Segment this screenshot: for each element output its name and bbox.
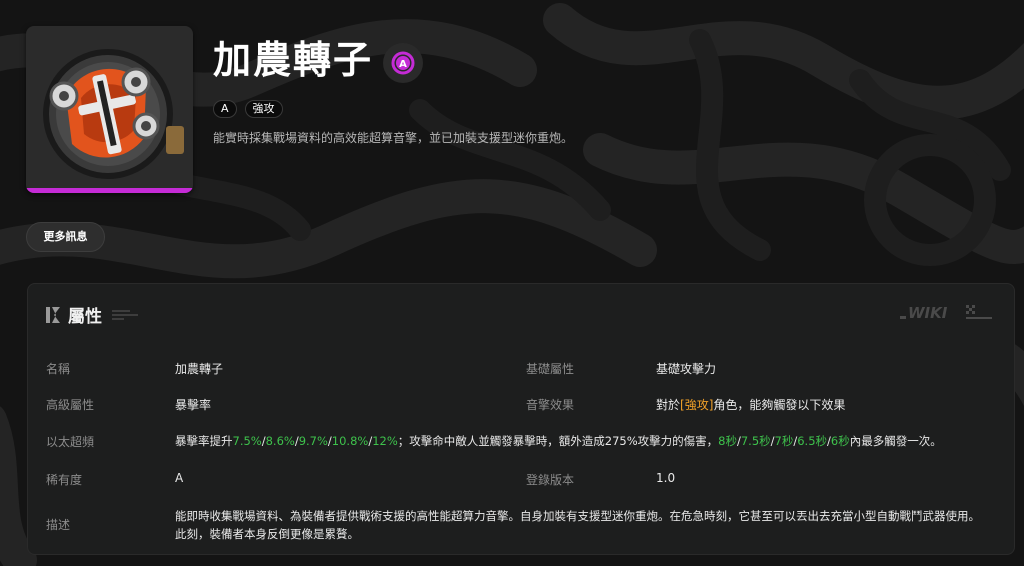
title-decoration [112, 309, 138, 320]
value-engine-effect: 對於[強攻]角色，能夠觸發以下效果 [656, 396, 845, 413]
section-marker-icon [46, 306, 60, 323]
value-description-line-1: 能即時收集戰場資料、為裝備者提供戰術支援的高性能超算力音擎。自身加裝有支援型迷你… [175, 509, 980, 523]
passive-value-4: 10.8% [331, 434, 369, 448]
passive-cooldown-5: 6秒 [830, 434, 850, 448]
item-thumbnail [26, 26, 193, 193]
value-description-line-2: 此刻，裝備者本身反倒更像是累贅。 [175, 527, 359, 541]
label-description: 描述 [46, 518, 71, 532]
value-passive: 暴擊率提升7.5%/8.6%/9.7%/10.8%/12%；攻擊命中敵人並觸發暴… [175, 434, 942, 448]
wiki-logo: WIKI [900, 304, 992, 322]
tag-specialty[interactable]: 強攻 [244, 100, 283, 118]
passive-cooldown-2: 7.5秒 [740, 434, 771, 448]
value-advanced-stat: 暴擊率 [175, 398, 212, 412]
value-rarity: A [175, 471, 184, 485]
label-base-stat: 基礎屬性 [526, 362, 575, 376]
item-title: 加農轉子 [213, 38, 374, 82]
rank-a-icon: A [383, 43, 423, 83]
effect-specialty-link[interactable]: [強攻] [680, 398, 713, 412]
label-name: 名稱 [46, 362, 71, 376]
passive-cooldown-4: 6.5秒 [797, 434, 828, 448]
passive-cooldown-3: 7秒 [774, 434, 794, 448]
item-subtitle: 能實時採集戰場資料的高效能超算音擎，並已加裝支援型迷你重炮。 [213, 131, 574, 145]
effect-suffix: 角色，能夠觸發以下效果 [713, 398, 846, 412]
passive-cooldown-1: 8秒 [718, 434, 737, 448]
label-advanced-stat: 高級屬性 [46, 398, 95, 412]
label-version: 登錄版本 [526, 473, 575, 487]
passive-suffix: 內最多觸發一次。 [849, 434, 942, 448]
passive-value-1: 7.5% [232, 434, 262, 448]
attributes-panel: 屬性 WIKI 名稱 加農轉子 基礎屬性 基礎攻擊力 高級屬性 暴擊率 音擎效果… [27, 283, 1015, 555]
panel-title: 屬性 [68, 307, 102, 327]
rank-icon-letter: A [399, 59, 407, 70]
cannon-rotor-image [43, 49, 184, 179]
passive-value-5: 12% [372, 434, 398, 448]
passive-value-2: 8.6% [265, 434, 295, 448]
wiki-logo-text: WIKI [908, 304, 948, 322]
rarity-accent-bar [26, 188, 193, 193]
label-engine-effect: 音擎效果 [526, 398, 575, 412]
value-base-stat: 基礎攻擊力 [656, 362, 717, 376]
effect-prefix: 對於 [656, 398, 681, 412]
value-name: 加農轉子 [175, 362, 224, 376]
more-info-button[interactable]: 更多訊息 [26, 222, 105, 252]
label-passive: 以太超頻 [46, 435, 95, 449]
label-rarity: 稀有度 [46, 473, 83, 487]
tag-rarity[interactable]: A [213, 100, 237, 118]
passive-middle: ；攻擊命中敵人並觸發暴擊時，額外造成275%攻擊力的傷害， [397, 434, 719, 448]
passive-prefix: 暴擊率提升 [175, 434, 233, 448]
value-version: 1.0 [656, 471, 676, 485]
passive-value-3: 9.7% [298, 434, 328, 448]
